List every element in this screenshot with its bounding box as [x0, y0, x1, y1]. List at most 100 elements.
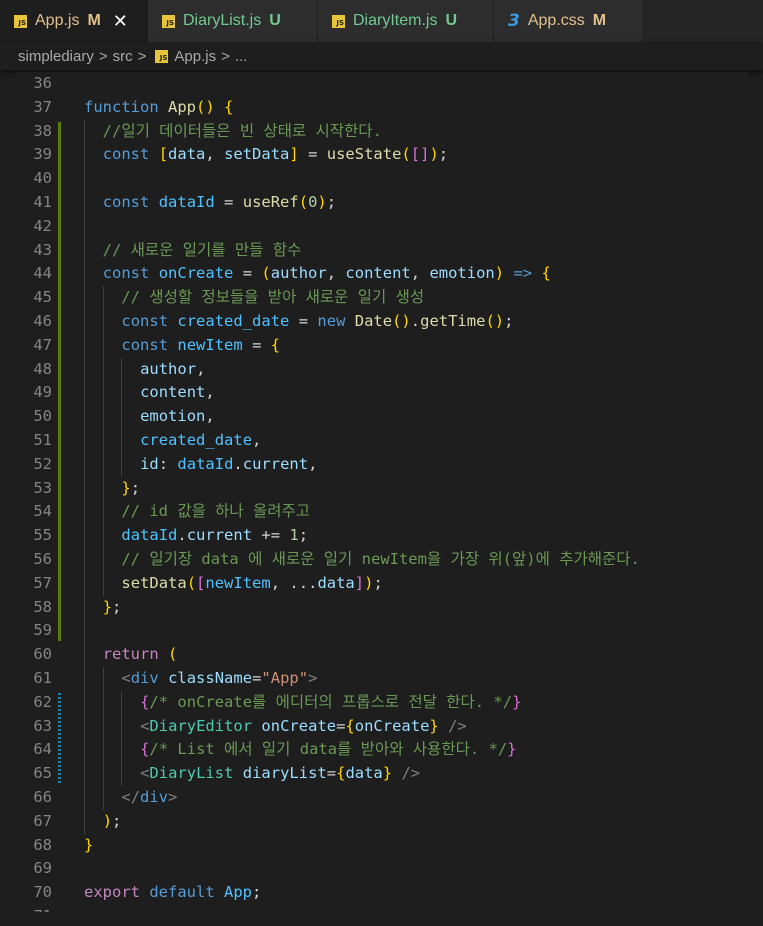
tab-app-js[interactable]: JS App.js M ✕ — [0, 0, 148, 42]
code-text: const newItem = { — [121, 335, 281, 354]
close-icon[interactable]: ✕ — [113, 11, 128, 32]
code-line[interactable]: 55 dataId.current += 1; — [16, 524, 748, 548]
code-line[interactable]: 63 <DiaryEditor onCreate={onCreate} /> — [16, 715, 748, 739]
tab-diaryitem-js[interactable]: JS DiaryItem.js U — [318, 0, 494, 42]
code-line[interactable]: 59 — [16, 619, 748, 643]
code-line[interactable]: 58 }; — [16, 596, 748, 620]
editor-tab-bar: JS App.js M ✕ JS DiaryList.js U JS DiaryItem.js U… — [0, 0, 763, 42]
code-line[interactable]: 62 {/* onCreate를 에디터의 프롭스로 전달 한다. */} — [16, 691, 748, 715]
line-number: 40 — [33, 169, 52, 188]
code-line[interactable]: 54 // id 값을 하나 올려주고 — [16, 500, 748, 524]
line-number: 57 — [33, 573, 52, 592]
code-line[interactable]: 52 id: dataId.current, — [16, 453, 748, 477]
code-editor[interactable]: 36 37 function App() {38 //일기 데이터들은 빈 상태로 … — [16, 72, 748, 912]
indent-guide — [102, 286, 104, 596]
code-line[interactable]: 70 export default App; — [16, 881, 748, 905]
git-added-marker[interactable] — [58, 121, 61, 642]
js-file-icon: JS — [162, 14, 175, 28]
code-text: export default App; — [84, 883, 262, 902]
indent-guide — [84, 119, 85, 834]
code-line[interactable]: 64 {/* List 에서 일기 data를 받아와 사용한다. */} — [16, 738, 748, 762]
code-text: {/* onCreate를 에디터의 프롭스로 전달 한다. */} — [140, 692, 522, 711]
editor-bottom-edge — [0, 912, 763, 926]
tab-label: DiaryItem.js — [353, 12, 438, 29]
code-text: // 생성할 정보들을 받아 새로운 일기 생성 — [121, 288, 425, 307]
code-line[interactable]: 71 — [16, 905, 748, 912]
code-line[interactable]: 36 — [16, 72, 748, 96]
line-number: 45 — [33, 288, 52, 307]
code-text: </div> — [121, 788, 178, 806]
line-number: 64 — [33, 740, 52, 759]
breadcrumb-item-src[interactable]: src — [113, 48, 133, 65]
code-line[interactable]: 56 // 일기장 data 에 새로운 일기 newItem을 가장 위(앞)… — [16, 548, 748, 572]
breadcrumb-item-folder[interactable]: simplediary — [18, 48, 94, 65]
line-number: 71 — [16, 905, 52, 912]
code-text: // 새로운 일기를 만들 함수 — [102, 240, 302, 259]
code-line[interactable]: 50 emotion, — [16, 405, 748, 429]
line-number: 39 — [33, 145, 52, 164]
code-text: ); — [102, 811, 122, 830]
code-line[interactable]: 53 }; — [16, 477, 748, 501]
code-text: created_date, — [140, 431, 262, 449]
indent-guide — [102, 667, 104, 810]
line-number: 70 — [33, 883, 52, 902]
code-text: }; — [102, 597, 122, 616]
line-number: 50 — [33, 407, 52, 426]
line-number: 56 — [33, 550, 52, 568]
line-number: 63 — [33, 716, 52, 735]
code-line[interactable]: 37 function App() { — [16, 96, 748, 120]
code-text: id: dataId.current, — [140, 454, 318, 473]
code-text: dataId.current += 1; — [121, 526, 309, 545]
line-number: 41 — [33, 193, 52, 211]
breadcrumb-item-file[interactable]: App.js — [174, 48, 216, 65]
css-file-icon: 3 — [508, 10, 520, 31]
code-line[interactable]: 38 //일기 데이터들은 빈 상태로 시작한다. — [16, 120, 748, 144]
line-number: 43 — [33, 240, 52, 259]
git-status-badge: U — [269, 12, 281, 29]
code-line[interactable]: 60 return ( — [16, 643, 748, 667]
code-line[interactable]: 44 const onCreate = (author, content, em… — [16, 262, 748, 286]
code-line[interactable]: 42 — [16, 215, 748, 239]
indent-guide — [121, 357, 123, 477]
code-text: <DiaryEditor onCreate={onCreate} /> — [140, 716, 467, 735]
tab-label: DiaryList.js — [183, 12, 262, 29]
tab-label: App.css — [527, 12, 585, 29]
code-line[interactable]: 43 // 새로운 일기를 만들 함수 — [16, 239, 748, 263]
code-line[interactable]: 51 created_date, — [16, 429, 748, 453]
code-line[interactable]: 67 ); — [16, 810, 748, 834]
breadcrumb-item-symbol[interactable]: ... — [235, 48, 248, 65]
code-line[interactable]: 61 <div className="App"> — [16, 667, 748, 691]
code-line[interactable]: 41 const dataId = useRef(0); — [16, 191, 748, 215]
tab-app-css[interactable]: 3 App.css M — [494, 0, 644, 42]
chevron-right-icon: > — [98, 47, 108, 65]
git-status-badge: M — [87, 12, 101, 29]
line-number: 55 — [33, 526, 52, 545]
line-number: 59 — [33, 621, 52, 640]
code-line[interactable]: 65 <DiaryList diaryList={data} /> — [16, 762, 748, 786]
line-number: 61 — [33, 669, 52, 687]
code-line[interactable]: 68} — [16, 834, 748, 858]
code-line[interactable]: 66 </div> — [16, 786, 748, 810]
code-line[interactable]: 57 setData([newItem, ...data]); — [16, 572, 748, 596]
code-text: function App() { — [84, 97, 234, 116]
code-line[interactable]: 47 const newItem = { — [16, 334, 748, 358]
code-text: <DiaryList diaryList={data} /> — [140, 764, 421, 783]
code-line[interactable]: 46 const created_date = new Date().getTi… — [16, 310, 748, 334]
git-modified-marker[interactable] — [58, 692, 61, 784]
line-number: 60 — [33, 645, 52, 664]
code-line[interactable]: 39 const [data, setData] = useState([]); — [16, 143, 748, 167]
indent-guide — [121, 690, 123, 786]
code-line[interactable]: 69 — [16, 857, 748, 881]
code-text: const onCreate = (author, content, emoti… — [102, 264, 551, 283]
code-text: setData([newItem, ...data]); — [121, 573, 383, 592]
code-line[interactable]: 40 — [16, 167, 748, 191]
code-line[interactable]: 45 // 생성할 정보들을 받아 새로운 일기 생성 — [16, 286, 748, 310]
js-file-icon: JS — [155, 49, 169, 63]
code-text: const created_date = new Date().getTime(… — [121, 312, 514, 330]
code-line[interactable]: 48 author, — [16, 358, 748, 382]
tab-diarylist-js[interactable]: JS DiaryList.js U — [148, 0, 318, 42]
git-status-badge: U — [445, 12, 458, 29]
js-file-icon: JS — [14, 14, 27, 28]
code-line[interactable]: 49 content, — [16, 381, 748, 405]
code-text: {/* List 에서 일기 data를 받아와 사용한다. */} — [140, 740, 517, 759]
